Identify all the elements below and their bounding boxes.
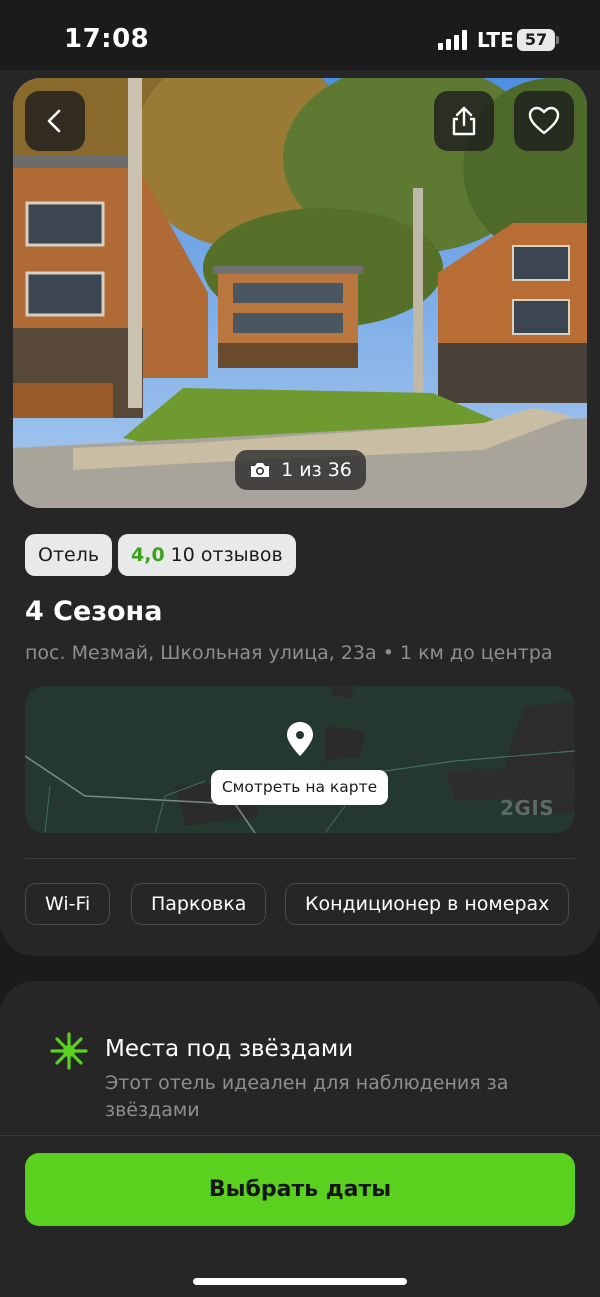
- choose-dates-button[interactable]: Выбрать даты: [25, 1153, 575, 1226]
- features-sheet: [0, 981, 600, 1297]
- photo-counter-text: 1 из 36: [281, 459, 352, 481]
- home-indicator[interactable]: [193, 1278, 407, 1285]
- map-provider-logo: 2GIS: [500, 796, 555, 820]
- star-burst-icon: [50, 1032, 88, 1070]
- rating-value: 4,0: [131, 544, 165, 566]
- sheet-divider: [0, 1135, 600, 1136]
- share-icon: [452, 106, 476, 136]
- reviews-count: 10 отзывов: [170, 544, 283, 566]
- heart-icon: [528, 106, 560, 135]
- status-time: 17:08: [64, 24, 150, 54]
- amenity-chip-parking[interactable]: Парковка: [131, 883, 267, 925]
- location-pin-icon: [287, 722, 313, 756]
- cellular-signal-icon: [438, 30, 467, 50]
- share-button[interactable]: [434, 91, 494, 151]
- amenity-chip-air-conditioning[interactable]: Кондиционер в номерах: [285, 883, 570, 925]
- map-preview[interactable]: [25, 686, 575, 833]
- chevron-left-icon: [47, 109, 61, 133]
- photo-counter: 1 из 36: [235, 450, 366, 490]
- divider: [25, 858, 575, 859]
- hotel-photo-image: [13, 78, 587, 508]
- view-on-map-button[interactable]: Смотреть на карте: [211, 770, 388, 805]
- back-button[interactable]: [25, 91, 85, 151]
- network-type: LTE: [477, 28, 514, 52]
- rating-chip[interactable]: 4,0 10 отзывов: [118, 534, 296, 576]
- feature-description: Этот отель идеален для наблюдения за звё…: [105, 1072, 509, 1121]
- hotel-name: 4 Сезона: [25, 596, 163, 627]
- feature-title: Места под звёздами: [105, 1036, 354, 1062]
- favorite-button[interactable]: [514, 91, 574, 151]
- hotel-address: пос. Мезмай, Школьная улица, 23а • 1 км …: [25, 642, 553, 664]
- status-bar: 17:08 LTE 57: [0, 0, 600, 78]
- amenity-chip-wifi[interactable]: Wi-Fi: [25, 883, 111, 925]
- hotel-type-badge: Отель: [25, 534, 113, 576]
- battery-icon: 57: [517, 29, 555, 51]
- hero-photo[interactable]: [13, 78, 587, 508]
- camera-icon: [251, 463, 270, 477]
- battery-tip: [556, 36, 559, 44]
- map-image: [25, 686, 575, 833]
